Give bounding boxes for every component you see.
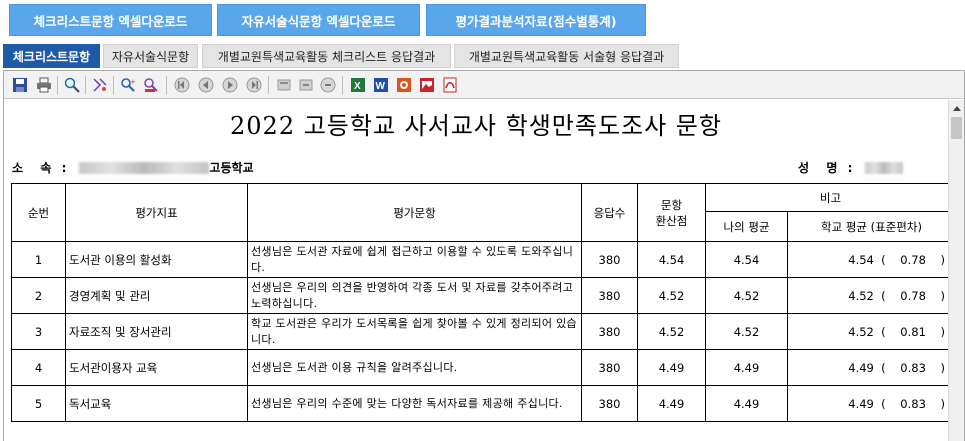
word-icon[interactable]: W <box>372 76 390 94</box>
row-my-avg: 4.49 <box>705 385 788 422</box>
vertical-scrollbar[interactable] <box>948 100 964 441</box>
print-icon[interactable] <box>35 76 53 94</box>
scroll-thumb[interactable] <box>951 117 962 139</box>
pdf-icon[interactable] <box>441 76 459 94</box>
row-score: 4.52 <box>637 277 706 314</box>
row-my-avg: 4.54 <box>705 241 788 278</box>
checklist-excel-download-button[interactable]: 체크리스트문항 엑셀다운로드 <box>9 4 212 36</box>
ppt-icon[interactable] <box>395 76 413 94</box>
row-no: 2 <box>11 277 66 314</box>
row-score: 4.52 <box>637 313 706 350</box>
school-avg-value: 4.49 ( 0.83 ) <box>848 360 946 375</box>
result-table: 순번 평가지표 평가문항 응답수 문항 환산점 비고 나의 평균 학교 평균 (… <box>11 183 948 422</box>
row-indicator: 경영계획 및 관리 <box>65 277 248 314</box>
save-icon[interactable] <box>11 76 29 94</box>
header-score: 문항 환산점 <box>637 183 706 242</box>
name-redacted <box>865 161 904 174</box>
report-title: 2022 고등학교 사서교사 학생만족도조사 문항 <box>230 112 722 140</box>
page-setup-icon[interactable] <box>91 76 109 94</box>
row-school-avg: 4.54 ( 0.78 ) <box>786 241 948 278</box>
report-page: 2022 고등학교 사서교사 학생만족도조사 문항 소 속 : 고등학교 성 명… <box>4 100 948 441</box>
row-indicator: 도서관 이용의 활성화 <box>65 241 248 278</box>
header-note: 비고 <box>704 183 948 212</box>
search-next-icon[interactable] <box>142 76 160 94</box>
row-score: 4.49 <box>637 349 706 386</box>
first-page-icon[interactable] <box>173 76 191 94</box>
school-avg-value: 4.52 ( 0.78 ) <box>848 288 946 303</box>
svg-text:+: + <box>130 78 136 86</box>
row-my-avg: 4.52 <box>705 313 788 350</box>
export2-icon[interactable] <box>297 76 315 94</box>
row-question: 선생님은 도서관 이용 규칙을 알려주십니다. <box>247 349 582 386</box>
row-no: 3 <box>11 313 66 350</box>
scroll-up-icon[interactable] <box>949 100 964 116</box>
row-score: 4.54 <box>637 241 706 278</box>
image-icon[interactable] <box>418 76 436 94</box>
table-row: 1 도서관 이용의 활성화 선생님은 도서관 자료에 쉽게 접근하고 이용할 수… <box>11 241 948 278</box>
search-icon[interactable]: + <box>119 76 137 94</box>
svg-text:W: W <box>376 81 386 92</box>
affiliation-redacted <box>79 161 210 174</box>
table-row: 5 독서교육 선생님은 우리의 수준에 맞는 다양한 독서자료를 제공해 주십니… <box>11 385 948 422</box>
header-school-avg: 학교 평균 (표준편차) <box>786 211 948 242</box>
header-my-avg: 나의 평균 <box>705 211 788 242</box>
header-no: 순번 <box>11 183 66 242</box>
excel-icon[interactable]: X <box>349 76 367 94</box>
row-no: 4 <box>11 349 66 386</box>
affiliation-label: 소 속 : <box>12 161 70 175</box>
school-avg-value: 4.52 ( 0.81 ) <box>848 324 946 339</box>
next-page-icon[interactable] <box>221 76 239 94</box>
name-label: 성 명 : <box>798 161 856 175</box>
prev-page-icon[interactable] <box>197 76 215 94</box>
zoom-icon[interactable] <box>63 76 81 94</box>
header-indicator: 평가지표 <box>65 183 248 242</box>
row-score: 4.49 <box>637 385 706 422</box>
row-question: 선생님은 우리의 수준에 맞는 다양한 독서자료를 제공해 주십니다. <box>247 385 582 422</box>
viewer-toolbar: + X W <box>4 71 964 99</box>
row-question: 선생님은 우리의 의견을 반영하여 각종 도서 및 자료를 갖추어주려고 노력하… <box>247 277 582 314</box>
row-responses: 380 <box>581 385 638 422</box>
row-no: 1 <box>11 241 66 278</box>
row-school-avg: 4.49 ( 0.83 ) <box>786 349 948 386</box>
row-school-avg: 4.49 ( 0.83 ) <box>786 385 948 422</box>
row-my-avg: 4.49 <box>705 349 788 386</box>
stop-icon[interactable] <box>319 76 337 94</box>
row-my-avg: 4.52 <box>705 277 788 314</box>
last-page-icon[interactable] <box>245 76 263 94</box>
row-question: 학교 도서관은 우리가 도서목록을 쉽게 찾아볼 수 있게 정리되어 있습니다. <box>247 313 582 350</box>
row-responses: 380 <box>581 241 638 278</box>
tab-teacher-checklist-results[interactable]: 개별교원특색교육활동 체크리스트 응답결과 <box>202 44 451 68</box>
table-row: 2 경영계획 및 관리 선생님은 우리의 의견을 반영하여 각종 도서 및 자료… <box>11 277 948 314</box>
row-responses: 380 <box>581 313 638 350</box>
tab-teacher-descriptive-results[interactable]: 개별교원특색교육활동 서술형 응답결과 <box>454 44 679 68</box>
top-button-bar: 체크리스트문항 엑셀다운로드 자유서술식문항 엑셀다운로드 평가결과분석자료(점… <box>0 4 965 36</box>
affiliation-value: 고등학교 <box>209 161 254 175</box>
row-indicator: 자료조직 및 장서관리 <box>65 313 248 350</box>
export-icon[interactable] <box>275 76 293 94</box>
teacher-name: 성 명 : <box>798 159 904 176</box>
report-viewer: + X W 2022 고등학교 사서교사 학생만족도조사 문항 소 속: 고등… <box>3 70 965 441</box>
tab-freetext[interactable]: 자유서술식문항 <box>103 44 198 68</box>
school-avg-value: 4.49 ( 0.83 ) <box>848 396 946 411</box>
row-question: 선생님은 도서관 자료에 쉽게 접근하고 이용할 수 있도록 도와주십니다. <box>247 241 582 278</box>
row-responses: 380 <box>581 349 638 386</box>
freetext-excel-download-button[interactable]: 자유서술식문항 엑셀다운로드 <box>217 4 420 36</box>
report-tabs: 체크리스트문항 자유서술식문항 개별교원특색교육활동 체크리스트 응답결과 개별… <box>3 44 963 68</box>
row-indicator: 도서관이용자 교육 <box>65 349 248 386</box>
svg-text:X: X <box>354 81 361 92</box>
row-indicator: 독서교육 <box>65 385 248 422</box>
header-question: 평가문항 <box>247 183 582 242</box>
row-responses: 380 <box>581 277 638 314</box>
row-school-avg: 4.52 ( 0.81 ) <box>786 313 948 350</box>
tab-checklist[interactable]: 체크리스트문항 <box>3 44 100 68</box>
table-row: 4 도서관이용자 교육 선생님은 도서관 이용 규칙을 알려주십니다. 380 … <box>11 349 948 386</box>
row-school-avg: 4.52 ( 0.78 ) <box>786 277 948 314</box>
affiliation: 소 속 : 고등학교 <box>12 159 254 176</box>
row-no: 5 <box>11 385 66 422</box>
analysis-download-button[interactable]: 평가결과분석자료(점수별통계) <box>426 4 646 36</box>
school-avg-value: 4.54 ( 0.78 ) <box>848 252 946 267</box>
table-row: 3 자료조직 및 장서관리 학교 도서관은 우리가 도서목록을 쉽게 찾아볼 수… <box>11 313 948 350</box>
header-responses: 응답수 <box>581 183 638 242</box>
